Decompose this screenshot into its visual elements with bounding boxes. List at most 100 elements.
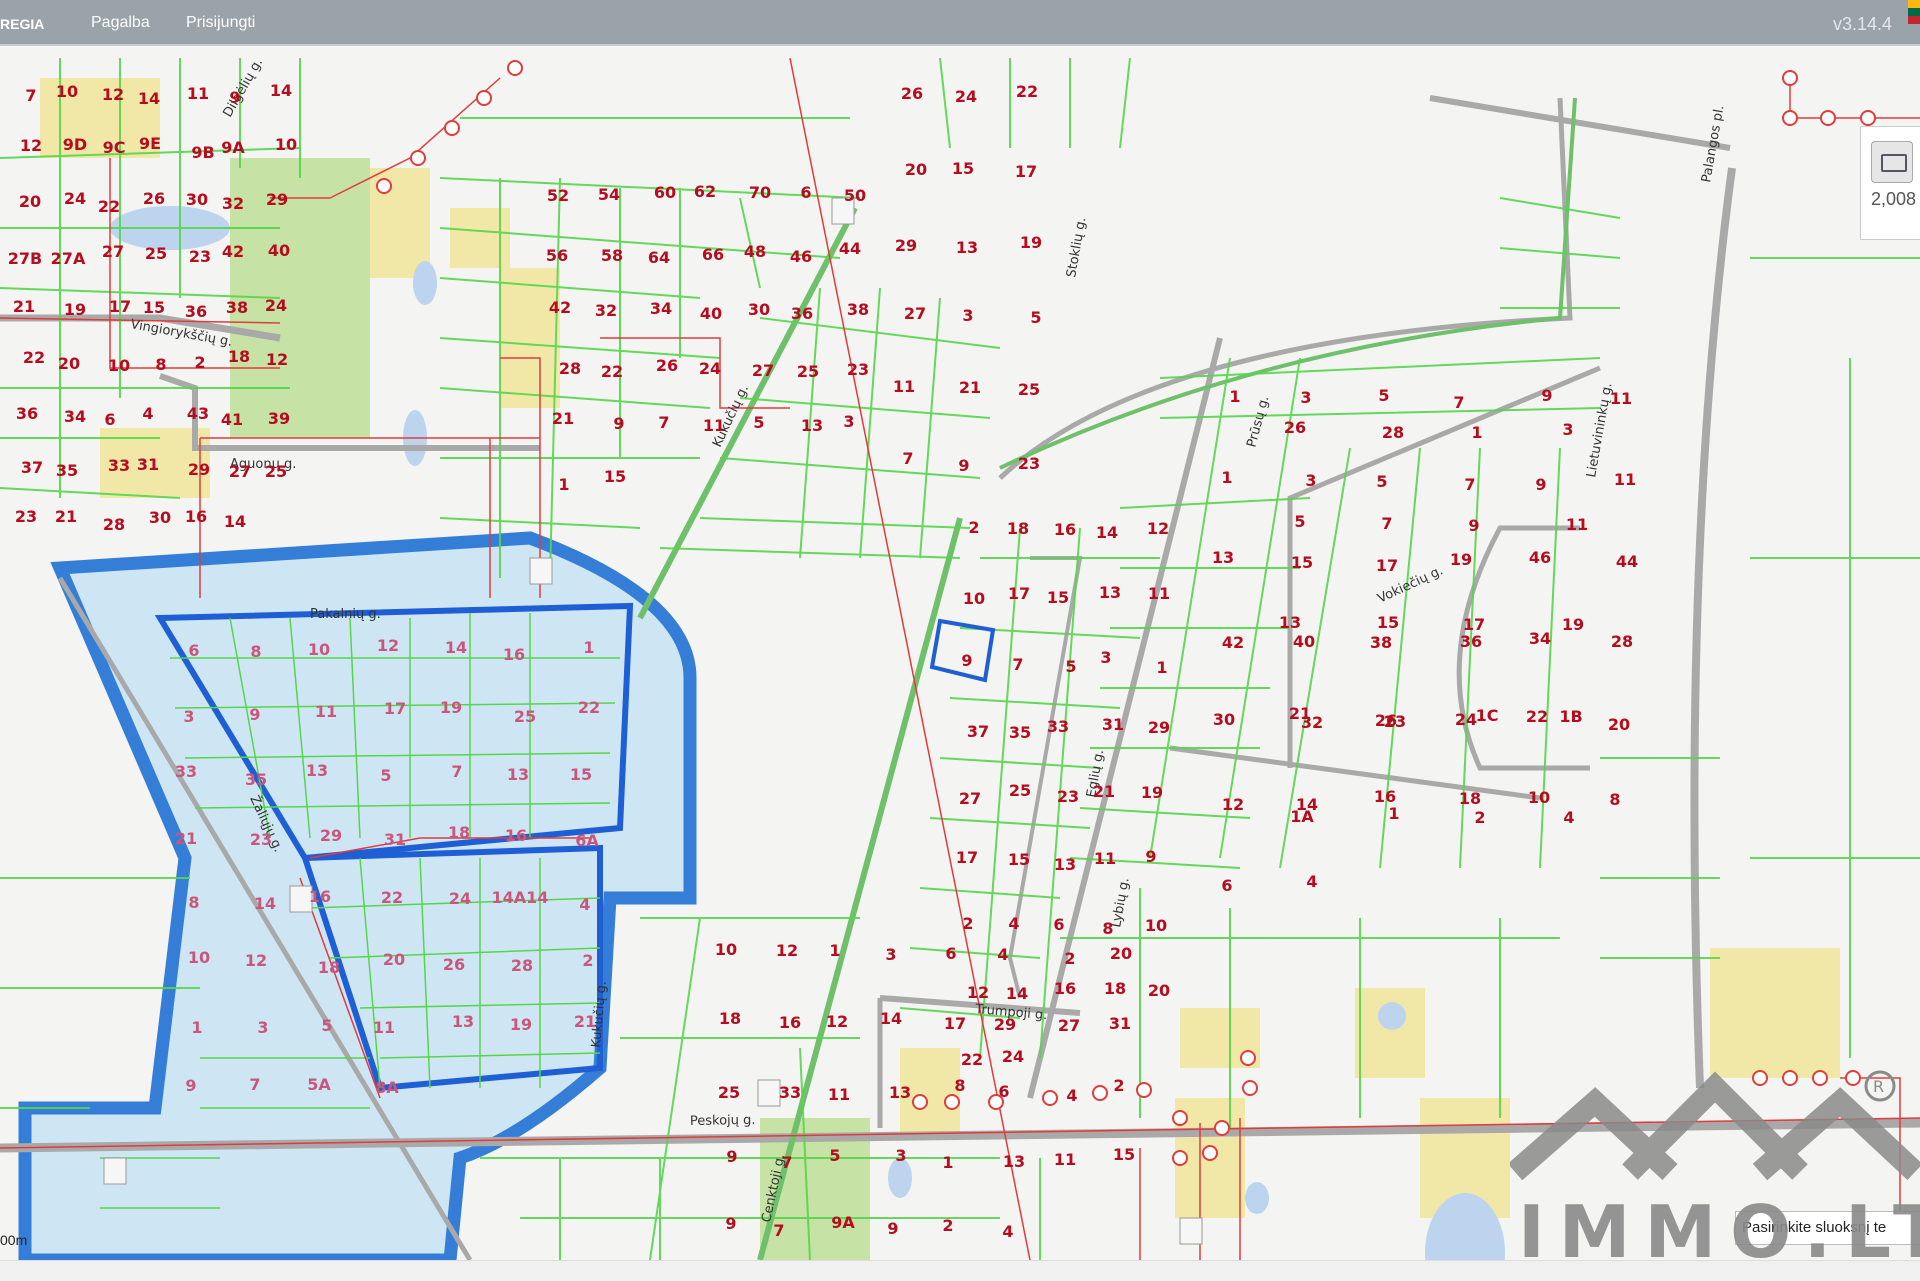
logo-text: IMMO.LT bbox=[1518, 1190, 1920, 1272]
parcel-number: 9 bbox=[613, 414, 624, 433]
parcel-number: 17 bbox=[1376, 556, 1398, 575]
parcel-number: 9C bbox=[103, 138, 126, 157]
parcel-number: 5 bbox=[380, 766, 391, 785]
street-label: Peskojų g. bbox=[690, 1113, 756, 1129]
parcel-number: 36 bbox=[1460, 632, 1482, 651]
parcel-number: 11 bbox=[1610, 389, 1632, 408]
parcel-number: 30 bbox=[149, 508, 171, 527]
parcel-number: 14A14 bbox=[492, 888, 549, 907]
brand-label[interactable]: REGIA bbox=[0, 16, 44, 32]
parcel-number: 13 bbox=[1099, 583, 1121, 602]
parcel-number: 6 bbox=[1221, 876, 1232, 895]
parcel-number: 18 bbox=[719, 1009, 741, 1028]
help-menu-item[interactable]: Pagalba bbox=[91, 14, 150, 32]
parcel-number: 25 bbox=[265, 462, 287, 481]
parcel-number: 9E bbox=[139, 134, 161, 153]
parcel-number: 3 bbox=[257, 1018, 268, 1037]
parcel-number: 18 bbox=[1007, 519, 1029, 538]
parcel-number: 12 bbox=[826, 1012, 848, 1031]
parcel-number: 11 bbox=[315, 702, 337, 721]
parcel-number: 10 bbox=[963, 589, 985, 608]
parcel-number: 34 bbox=[1529, 629, 1551, 648]
parcel-number: 43 bbox=[187, 404, 209, 423]
parcel-number: 6 bbox=[998, 1082, 1009, 1101]
parcel-number: 4 bbox=[1066, 1086, 1077, 1105]
layer-switcher-button[interactable]: 2,008 bbox=[1860, 126, 1920, 240]
parcel-number: 31 bbox=[384, 830, 406, 849]
parcel-number: 23 bbox=[1018, 454, 1040, 473]
parcel-number: 18 bbox=[1459, 789, 1481, 808]
parcel-number: 3 bbox=[1300, 388, 1311, 407]
parcel-number: 19 bbox=[510, 1015, 532, 1034]
parcel-number: 4 bbox=[1563, 808, 1574, 827]
parcel-number: 7 bbox=[1012, 655, 1023, 674]
parcel-number: 19 bbox=[1020, 233, 1042, 252]
parcel-number: 23 bbox=[1057, 787, 1079, 806]
parcel-number: 13 bbox=[306, 761, 328, 780]
parcel-number: 6A bbox=[575, 831, 599, 850]
login-menu-item[interactable]: Prisijungti bbox=[186, 14, 255, 32]
parcel-number: 2 bbox=[1474, 808, 1485, 827]
parcel-number: 23 bbox=[250, 830, 272, 849]
parcel-number: 7 bbox=[1381, 514, 1392, 533]
parcel-number: 50 bbox=[844, 186, 866, 205]
parcel-number: 4 bbox=[142, 404, 153, 423]
parcel-number: 3 bbox=[962, 306, 973, 325]
parcel-number: 17 bbox=[956, 848, 978, 867]
parcel-number: 7 bbox=[249, 1075, 260, 1094]
parcel-number: 27 bbox=[1058, 1016, 1080, 1035]
parcel-number: 13 bbox=[1212, 548, 1234, 567]
parcel-number: 10 bbox=[1528, 788, 1550, 807]
parcel-number: 9A bbox=[831, 1213, 855, 1232]
parcel-number: 24 bbox=[1002, 1047, 1024, 1066]
parcel-number: 17 bbox=[384, 699, 406, 718]
parcel-number: 36 bbox=[16, 404, 38, 423]
parcel-number: 6 bbox=[1053, 915, 1064, 934]
parcel-number: 9 bbox=[961, 651, 972, 670]
parcel-number: 23 bbox=[1384, 712, 1406, 731]
parcel-number: 2 bbox=[1064, 949, 1075, 968]
parcel-number: 3 bbox=[1100, 648, 1111, 667]
parcel-number: 32 bbox=[222, 194, 244, 213]
parcel-number: 29 bbox=[895, 236, 917, 255]
parcel-number: 27 bbox=[229, 462, 251, 481]
parcel-number: 26 bbox=[901, 84, 923, 103]
parcel-number: 20 bbox=[905, 160, 927, 179]
parcel-number: 39 bbox=[268, 409, 290, 428]
parcel-number: 2 bbox=[962, 914, 973, 933]
parcel-number: 16 bbox=[505, 826, 527, 845]
parcel-number: 7 bbox=[658, 413, 669, 432]
parcel-number: 35 bbox=[56, 461, 78, 480]
parcel-number: 5A bbox=[307, 1075, 331, 1094]
parcel-number: 21 bbox=[1289, 704, 1311, 723]
parcel-number: 13 bbox=[452, 1012, 474, 1031]
parcel-number: 9 bbox=[1541, 386, 1552, 405]
parcel-number: 3 bbox=[183, 707, 194, 726]
parcel-number: 1 bbox=[1221, 468, 1232, 487]
parcel-number: 27 bbox=[959, 789, 981, 808]
parcel-number: 26 bbox=[443, 955, 465, 974]
parcel-number: 18 bbox=[318, 958, 340, 977]
parcel-number: 10 bbox=[108, 356, 130, 375]
parcel-number: 62 bbox=[694, 182, 716, 201]
parcel-number: 33 bbox=[779, 1083, 801, 1102]
parcel-number: 15 bbox=[952, 159, 974, 178]
parcel-number: 22 bbox=[601, 362, 623, 381]
parcel-number: 13 bbox=[1279, 613, 1301, 632]
street-label: Pakalnių g. bbox=[310, 607, 381, 622]
parcel-number: 36 bbox=[791, 304, 813, 323]
parcel-number: 26 bbox=[143, 189, 165, 208]
parcel-number: 26 bbox=[656, 356, 678, 375]
parcel-number: 25 bbox=[1009, 781, 1031, 800]
parcel-number: 56 bbox=[546, 246, 568, 265]
parcel-number: 23 bbox=[189, 247, 211, 266]
parcel-number: 1 bbox=[558, 475, 569, 494]
parcel-number: 10 bbox=[715, 940, 737, 959]
parcel-number: 60 bbox=[654, 183, 676, 202]
parcel-number: 25 bbox=[514, 707, 536, 726]
parcel-number: 2 bbox=[1113, 1076, 1124, 1095]
parcel-number: 31 bbox=[1109, 1014, 1131, 1033]
parcel-number: 15 bbox=[1113, 1145, 1135, 1164]
parcel-number: 8 bbox=[954, 1076, 965, 1095]
parcel-number: 15 bbox=[143, 298, 165, 317]
